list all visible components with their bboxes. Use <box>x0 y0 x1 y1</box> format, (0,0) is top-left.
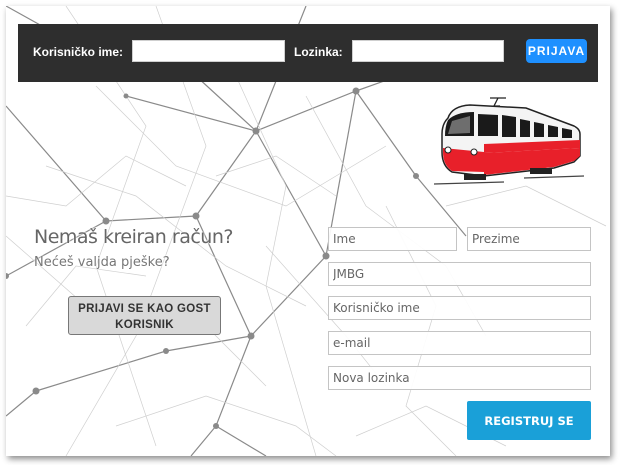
login-bar: Korisničko ime: Lozinka: PRIJAVA <box>18 24 598 82</box>
promo-subtitle: Nećeš valjda pješke? <box>34 255 170 270</box>
new-password-input[interactable] <box>328 366 591 390</box>
promo-title: Nemaš kreiran račun? <box>34 226 233 248</box>
email-input[interactable] <box>328 331 591 355</box>
last-name-input[interactable] <box>467 227 591 251</box>
password-input[interactable] <box>352 40 504 62</box>
password-label: Lozinka: <box>294 45 343 59</box>
jmbg-input[interactable] <box>328 262 591 286</box>
register-button[interactable]: REGISTRUJ SE <box>467 401 591 440</box>
username-label: Korisničko ime: <box>33 45 124 59</box>
first-name-input[interactable] <box>328 227 457 251</box>
login-button[interactable]: PRIJAVA <box>526 39 587 63</box>
login-page: Korisničko ime: Lozinka: PRIJAVA Nemaš k… <box>6 6 610 456</box>
tram-icon <box>434 97 584 185</box>
guest-login-button[interactable]: PRIJAVI SE KAO GOST KORISNIK <box>68 296 221 335</box>
username-input[interactable] <box>132 40 285 62</box>
register-username-input[interactable] <box>328 296 591 320</box>
